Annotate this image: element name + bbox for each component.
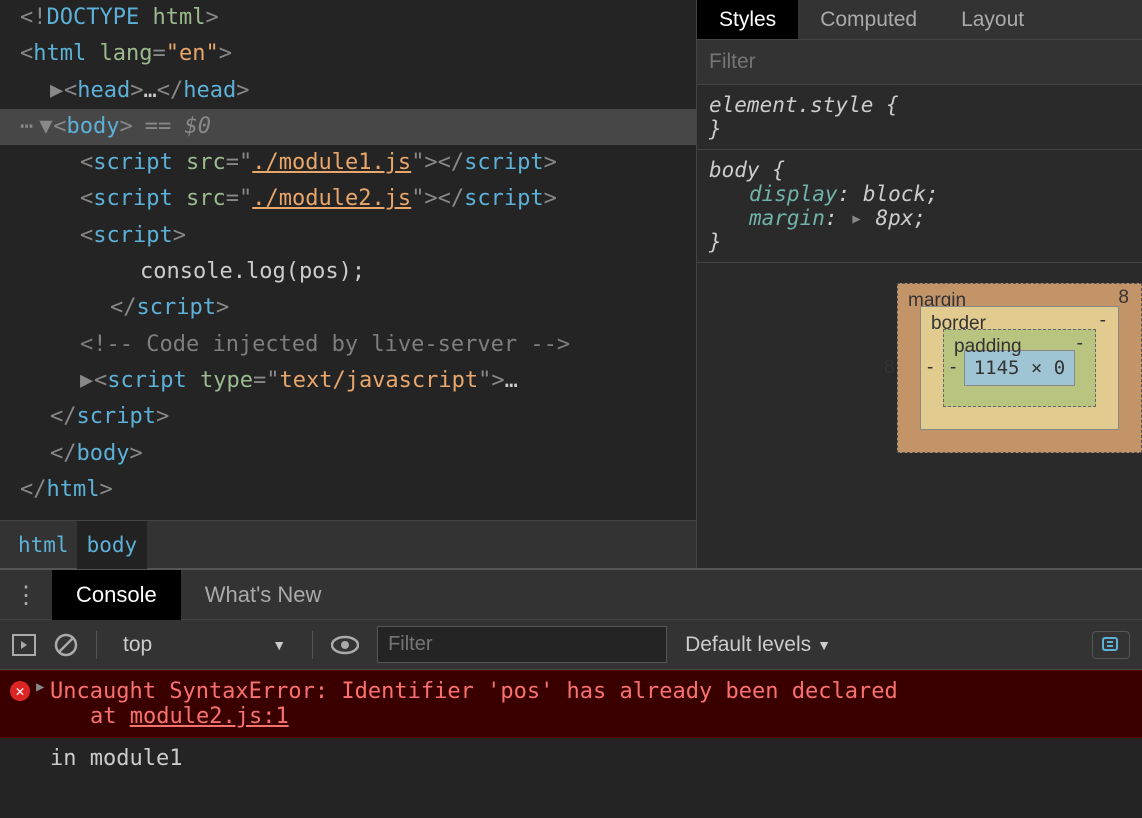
error-message: Uncaught SyntaxError: Identifier 'pos' h… bbox=[50, 679, 1130, 704]
styles-filter-bar bbox=[697, 40, 1142, 85]
box-model[interactable]: margin 8 8 border - - padding - - 1145 ×… bbox=[697, 263, 1142, 453]
dom-line[interactable]: <script> bbox=[20, 218, 696, 254]
console-toolbar: top▼ Default levels ▼ bbox=[0, 620, 1142, 670]
log-levels-selector[interactable]: Default levels ▼ bbox=[685, 633, 831, 657]
dom-line[interactable]: </html> bbox=[20, 472, 696, 508]
elements-panel: <!DOCTYPE html> <html lang="en"> ▶<head>… bbox=[0, 0, 696, 568]
dom-line[interactable]: console.log(pos); bbox=[20, 254, 696, 290]
breadcrumb: html body bbox=[0, 520, 696, 568]
box-model-padding-left: - bbox=[950, 357, 956, 379]
breadcrumb-item-body[interactable]: body bbox=[77, 521, 148, 569]
issues-badge[interactable] bbox=[1092, 631, 1130, 659]
box-model-border-top: - bbox=[1100, 310, 1106, 332]
dom-line[interactable]: </body> bbox=[20, 436, 696, 472]
tab-layout[interactable]: Layout bbox=[939, 0, 1046, 39]
clear-console-icon[interactable] bbox=[54, 633, 78, 657]
drawer-tabs: ⋮ Console What's New bbox=[0, 570, 1142, 620]
dom-line[interactable]: <!DOCTYPE html> bbox=[20, 0, 696, 36]
error-icon: ✕ bbox=[10, 681, 30, 701]
dom-line[interactable]: ▶<head>…</head> bbox=[20, 73, 696, 109]
dollar-zero-label: == $0 bbox=[145, 109, 211, 145]
dom-line[interactable]: </script> bbox=[20, 399, 696, 435]
ellipsis-icon[interactable]: ⋯ bbox=[20, 109, 33, 145]
dom-line[interactable]: <script src="./module1.js"></script> bbox=[20, 145, 696, 181]
styles-tabs: Styles Computed Layout bbox=[697, 0, 1142, 40]
tab-console[interactable]: Console bbox=[52, 570, 181, 620]
style-rule-element[interactable]: element.style { } bbox=[697, 85, 1142, 150]
chevron-down-icon: ▼ bbox=[272, 637, 286, 653]
box-model-margin-top: 8 bbox=[1118, 287, 1129, 309]
live-expression-icon[interactable] bbox=[331, 635, 359, 655]
dom-line[interactable]: <!-- Code injected by live-server --> bbox=[20, 327, 696, 363]
selected-dom-node[interactable]: ⋯ ▼ <body> == $0 bbox=[0, 109, 696, 145]
dom-line[interactable]: </script> bbox=[20, 290, 696, 326]
tab-computed[interactable]: Computed bbox=[798, 0, 939, 39]
tab-whats-new[interactable]: What's New bbox=[181, 570, 346, 620]
dom-line[interactable]: <html lang="en"> bbox=[20, 36, 696, 72]
kebab-menu-icon[interactable]: ⋮ bbox=[0, 581, 52, 609]
box-model-padding-label: padding bbox=[954, 336, 1022, 358]
collapse-triangle-icon[interactable]: ▼ bbox=[39, 109, 53, 145]
expand-triangle-icon[interactable]: ▶ bbox=[36, 679, 44, 695]
console-drawer: ⋮ Console What's New top▼ Default levels… bbox=[0, 568, 1142, 779]
styles-filter-input[interactable] bbox=[709, 50, 1130, 74]
console-error-row[interactable]: ✕ ▶ Uncaught SyntaxError: Identifier 'po… bbox=[0, 670, 1142, 738]
tab-styles[interactable]: Styles bbox=[697, 0, 798, 39]
box-model-margin-left: 8 bbox=[884, 357, 895, 379]
error-source-link[interactable]: module2.js:1 bbox=[130, 704, 289, 729]
styles-panel: Styles Computed Layout element.style { }… bbox=[696, 0, 1142, 568]
style-rule-body[interactable]: body { display: block; margin: ▸ 8px; } bbox=[697, 150, 1142, 263]
dom-tree[interactable]: <!DOCTYPE html> <html lang="en"> ▶<head>… bbox=[0, 0, 696, 520]
breadcrumb-item-html[interactable]: html bbox=[10, 533, 77, 557]
dom-line[interactable]: ▶<script type="text/javascript">… bbox=[20, 363, 696, 399]
console-log-row[interactable]: in module1 bbox=[0, 738, 1142, 779]
console-filter-input[interactable] bbox=[377, 626, 667, 663]
console-output: ✕ ▶ Uncaught SyntaxError: Identifier 'po… bbox=[0, 670, 1142, 779]
execution-context-selector[interactable]: top▼ bbox=[115, 633, 294, 657]
dom-line[interactable]: <script src="./module2.js"></script> bbox=[20, 181, 696, 217]
chevron-down-icon: ▼ bbox=[817, 637, 831, 653]
expand-triangle-icon[interactable]: ▶ bbox=[50, 73, 64, 109]
box-model-padding-top: - bbox=[1077, 333, 1083, 355]
expand-triangle-icon[interactable]: ▶ bbox=[80, 363, 94, 399]
box-model-border-left: - bbox=[927, 357, 933, 379]
sidebar-toggle-icon[interactable] bbox=[12, 634, 36, 656]
